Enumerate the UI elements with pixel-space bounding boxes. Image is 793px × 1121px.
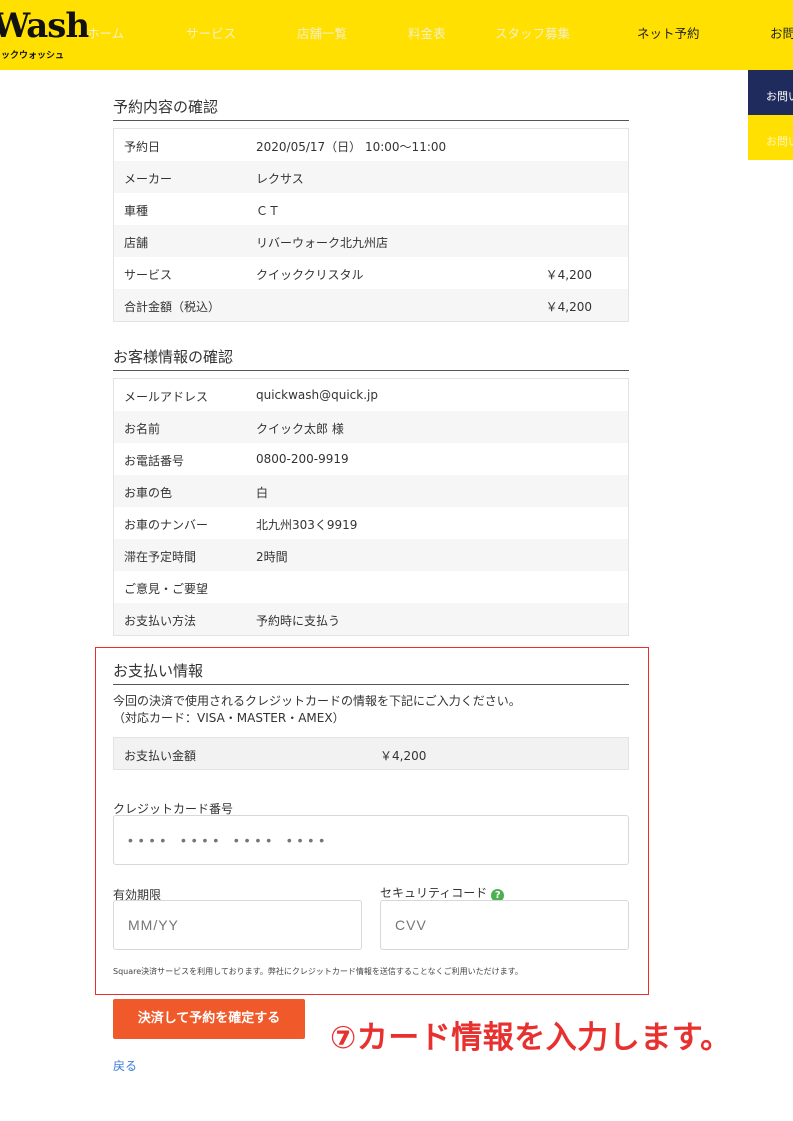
table-row: 滞在予定時間 2時間 <box>114 539 628 571</box>
nav-services[interactable]: サービス <box>186 23 236 42</box>
site-header: Wash イックウォッシュ ホーム サービス 店舗一覧 料金表 スタッフ募集 ネ… <box>0 0 793 70</box>
table-row: お名前 クイック太郎 様 <box>114 411 628 443</box>
logo-subtext: イックウォッシュ <box>0 51 65 61</box>
payment-amount-value: ￥4,200 <box>380 749 427 763</box>
payment-description-line: 今回の決済で使用されるクレジットカードの情報を下記にご入力ください。 <box>113 694 521 708</box>
row-value: レクサス <box>256 172 304 186</box>
nav-stores[interactable]: 店舗一覧 <box>297 23 347 42</box>
customer-table: メールアドレス quickwash@quick.jp お名前 クイック太郎 様 … <box>113 378 629 636</box>
cvv-input[interactable] <box>380 900 629 950</box>
table-row: メーカー レクサス <box>114 161 628 193</box>
card-number-input[interactable] <box>113 815 629 865</box>
nav-price[interactable]: 料金表 <box>408 23 446 42</box>
row-value: クイッククリスタル <box>256 268 364 282</box>
row-label: お電話番号 <box>124 454 185 468</box>
nav-contact[interactable]: お問 <box>770 23 793 42</box>
square-note: Square決済サービスを利用しております。弊社にクレジットカード情報を送信する… <box>113 967 523 976</box>
nav-reservation[interactable]: ネット予約 <box>637 23 700 42</box>
row-label: ご意見・ご要望 <box>124 582 209 596</box>
payment-section-title: お支払い情報 <box>113 660 629 685</box>
table-row: 予約日 2020/05/17（日） 10:00〜11:00 <box>114 129 628 161</box>
table-row: 合計金額（税込） ￥4,200 <box>114 289 628 321</box>
reservation-table: 予約日 2020/05/17（日） 10:00〜11:00 メーカー レクサス … <box>113 128 629 322</box>
row-price: ￥4,200 <box>545 268 592 282</box>
table-row: お車の色 白 <box>114 475 628 507</box>
side-contact-button-secondary[interactable]: お問い <box>748 115 793 160</box>
payment-amount-label: お支払い金額 <box>124 749 197 763</box>
row-value: 北九州303く9919 <box>256 518 358 532</box>
row-value: 0800-200-9919 <box>256 452 349 466</box>
row-value: 白 <box>256 486 269 500</box>
back-link[interactable]: 戻る <box>113 1057 137 1074</box>
payment-amount-row: お支払い金額 ￥4,200 <box>113 737 629 770</box>
row-value: 予約時に支払う <box>256 614 341 628</box>
customer-section-title: お客様情報の確認 <box>113 346 629 371</box>
table-row: お支払い方法 予約時に支払う <box>114 603 628 635</box>
table-row: お車のナンバー 北九州303く9919 <box>114 507 628 539</box>
nav-home[interactable]: ホーム <box>87 23 124 42</box>
row-label: お車の色 <box>124 486 173 500</box>
row-value: 2020/05/17（日） 10:00〜11:00 <box>256 140 447 154</box>
table-row: メールアドレス quickwash@quick.jp <box>114 379 628 411</box>
row-label: メールアドレス <box>124 390 209 404</box>
row-label: 合計金額（税込） <box>124 300 221 314</box>
instruction-callout: ⑦カード情報を入力します。 <box>330 1020 732 1056</box>
row-label: 滞在予定時間 <box>124 550 197 564</box>
table-row: 店舗 リバーウォーク北九州店 <box>114 225 628 257</box>
table-row: ご意見・ご要望 <box>114 571 628 603</box>
row-value: 2時間 <box>256 550 288 564</box>
row-label: お車のナンバー <box>124 518 209 532</box>
reservation-section-title: 予約内容の確認 <box>113 96 629 121</box>
submit-payment-button[interactable]: 決済して予約を確定する <box>113 999 305 1039</box>
row-label: 車種 <box>124 204 149 218</box>
logo[interactable]: Wash イックウォッシュ <box>0 6 90 61</box>
cvv-label: セキュリティコード <box>380 886 488 900</box>
row-value: クイック太郎 様 <box>256 422 344 436</box>
table-row: お電話番号 0800-200-9919 <box>114 443 628 475</box>
row-label: 予約日 <box>124 140 161 154</box>
row-label: お名前 <box>124 422 161 436</box>
row-price: ￥4,200 <box>545 300 592 314</box>
row-value: quickwash@quick.jp <box>256 388 378 402</box>
table-row: 車種 ＣＴ <box>114 193 628 225</box>
logo-text: Wash <box>0 6 90 46</box>
row-value: リバーウォーク北九州店 <box>256 236 389 250</box>
row-value: ＣＴ <box>256 204 281 218</box>
row-label: お支払い方法 <box>124 614 197 628</box>
nav-recruit[interactable]: スタッフ募集 <box>495 23 570 42</box>
table-row: サービス クイッククリスタル ￥4,200 <box>114 257 628 289</box>
row-label: メーカー <box>124 172 173 186</box>
payment-description-cards: （対応カード：VISA・MASTER・AMEX） <box>113 711 345 725</box>
row-label: サービス <box>124 268 173 282</box>
side-contact-button[interactable]: お問い <box>748 70 793 115</box>
payment-description: 今回の決済で使用されるクレジットカードの情報を下記にご入力ください。 （対応カー… <box>113 693 521 727</box>
expiry-input[interactable] <box>113 900 362 950</box>
row-label: 店舗 <box>124 236 149 250</box>
